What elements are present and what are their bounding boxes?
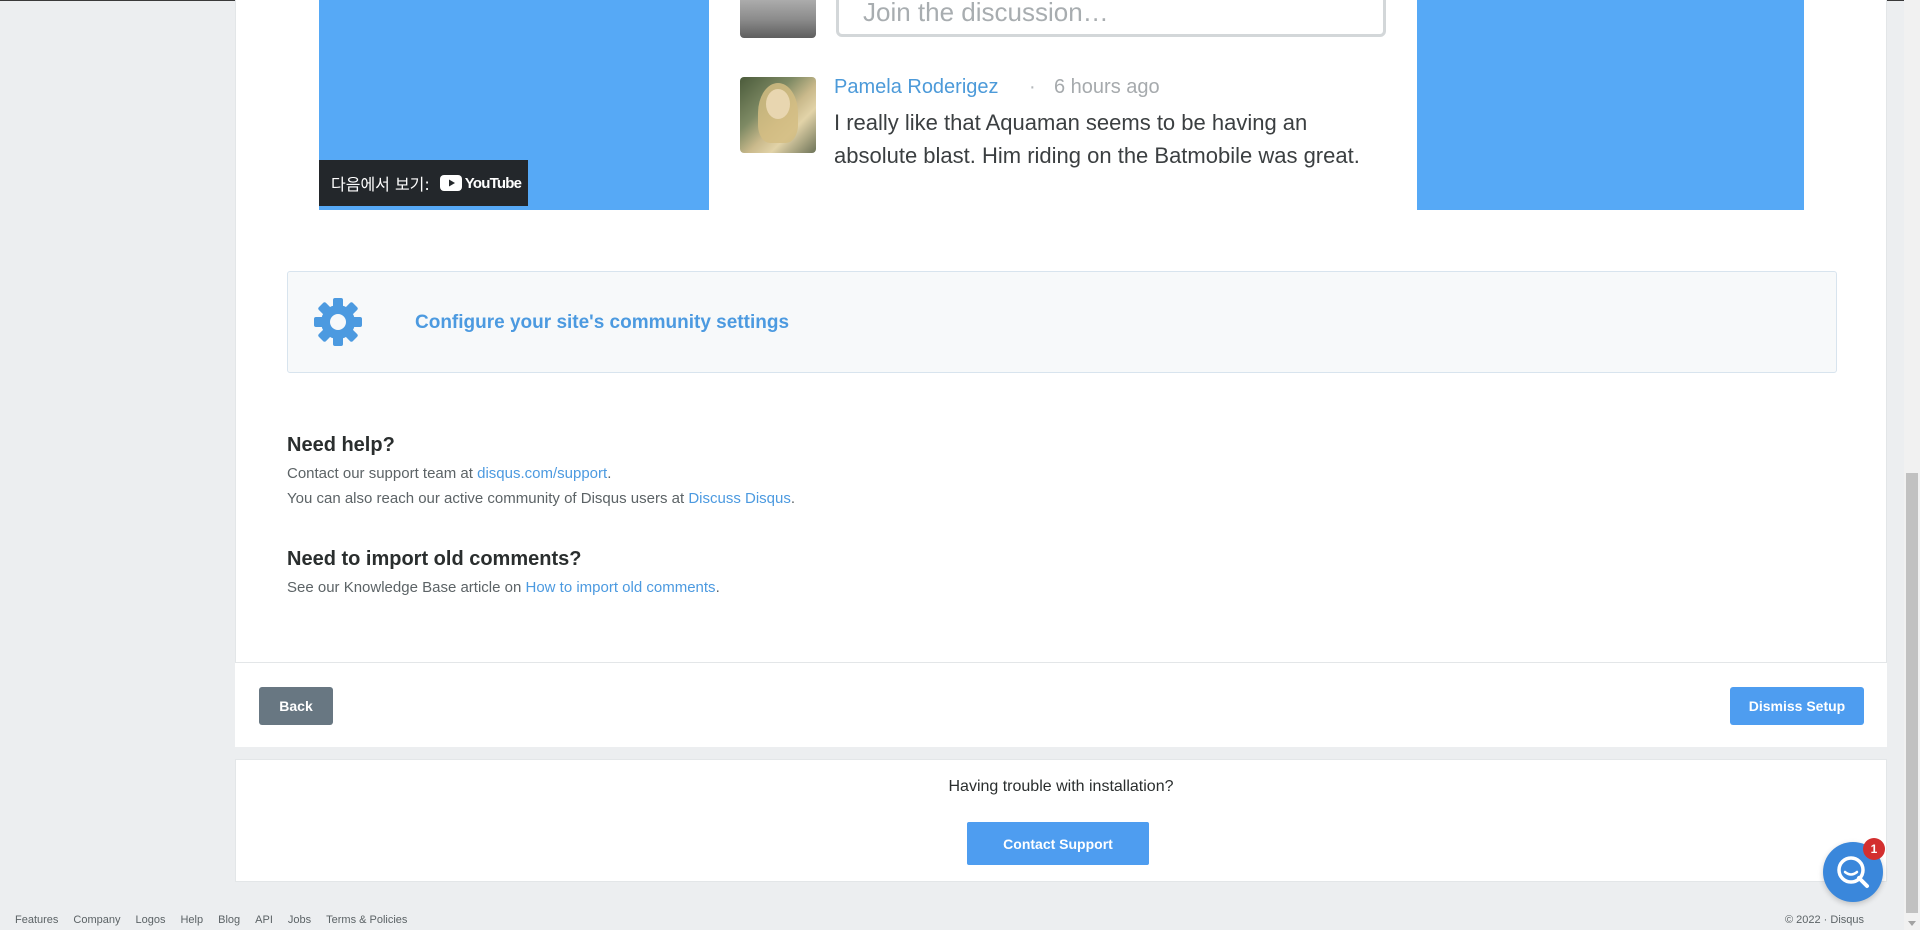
scrollbar-thumb[interactable]: [1906, 473, 1918, 913]
footer-link-api[interactable]: API: [255, 914, 273, 926]
page-scrollbar[interactable]: [1904, 0, 1920, 930]
scroll-down-arrow-icon[interactable]: [1908, 921, 1916, 926]
footer-link-jobs[interactable]: Jobs: [288, 914, 311, 926]
dismiss-setup-button[interactable]: Dismiss Setup: [1730, 687, 1864, 725]
notification-badge: 1: [1863, 838, 1885, 860]
watch-on-label: 다음에서 보기:: [331, 175, 430, 194]
need-help-heading: Need help?: [287, 434, 395, 456]
footer-link-blog[interactable]: Blog: [218, 914, 240, 926]
contact-support-button[interactable]: Contact Support: [967, 822, 1149, 865]
video-frame-comment-preview: Join the discussion… Pamela Roderigez · …: [709, 0, 1417, 210]
comment-input-preview: Join the discussion…: [836, 0, 1386, 37]
footer-link-terms[interactable]: Terms & Policies: [326, 914, 407, 926]
help-line-support: Contact our support team at disqus.com/s…: [287, 465, 612, 482]
avatar: [740, 0, 816, 38]
help-line-community: You can also reach our active community …: [287, 490, 796, 507]
import-line: See our Knowledge Base article on How to…: [287, 579, 720, 596]
footer-links: Features Company Logos Help Blog API Job…: [15, 914, 422, 926]
comment-separator: ·: [1029, 76, 1036, 98]
video-embed[interactable]: Join the discussion… Pamela Roderigez · …: [319, 0, 1804, 210]
footer-link-help[interactable]: Help: [180, 914, 203, 926]
youtube-play-icon: [439, 175, 462, 191]
comment-time: 6 hours ago: [1054, 76, 1160, 98]
setup-actions: Back Dismiss Setup: [235, 662, 1887, 747]
youtube-logo: YouTube: [439, 174, 522, 192]
support-link[interactable]: disqus.com/support: [477, 465, 607, 482]
footer-link-logos[interactable]: Logos: [136, 914, 166, 926]
footer-link-company[interactable]: Company: [73, 914, 120, 926]
comment-author: Pamela Roderigez: [834, 76, 999, 98]
commenter-avatar: [740, 77, 816, 153]
gear-icon: [314, 298, 362, 346]
discuss-disqus-link[interactable]: Discuss Disqus: [688, 490, 791, 507]
comment-text: I really like that Aquaman seems to be h…: [834, 110, 1360, 168]
youtube-wordmark: YouTube: [464, 174, 522, 192]
help-chat-button[interactable]: 1: [1823, 838, 1885, 902]
installation-help-card: Having trouble with installation? Contac…: [235, 759, 1887, 882]
community-settings-box[interactable]: Configure your site's community settings: [287, 271, 1837, 373]
copyright: © 2022 · Disqus: [1784, 914, 1864, 926]
community-settings-link[interactable]: Configure your site's community settings: [415, 312, 789, 334]
import-comments-link[interactable]: How to import old comments: [525, 579, 715, 596]
back-button[interactable]: Back: [259, 687, 333, 725]
watch-on-youtube-button[interactable]: 다음에서 보기: YouTube: [319, 160, 528, 206]
footer-link-features[interactable]: Features: [15, 914, 58, 926]
trouble-text: Having trouble with installation?: [948, 778, 1174, 795]
import-heading: Need to import old comments?: [287, 548, 582, 570]
